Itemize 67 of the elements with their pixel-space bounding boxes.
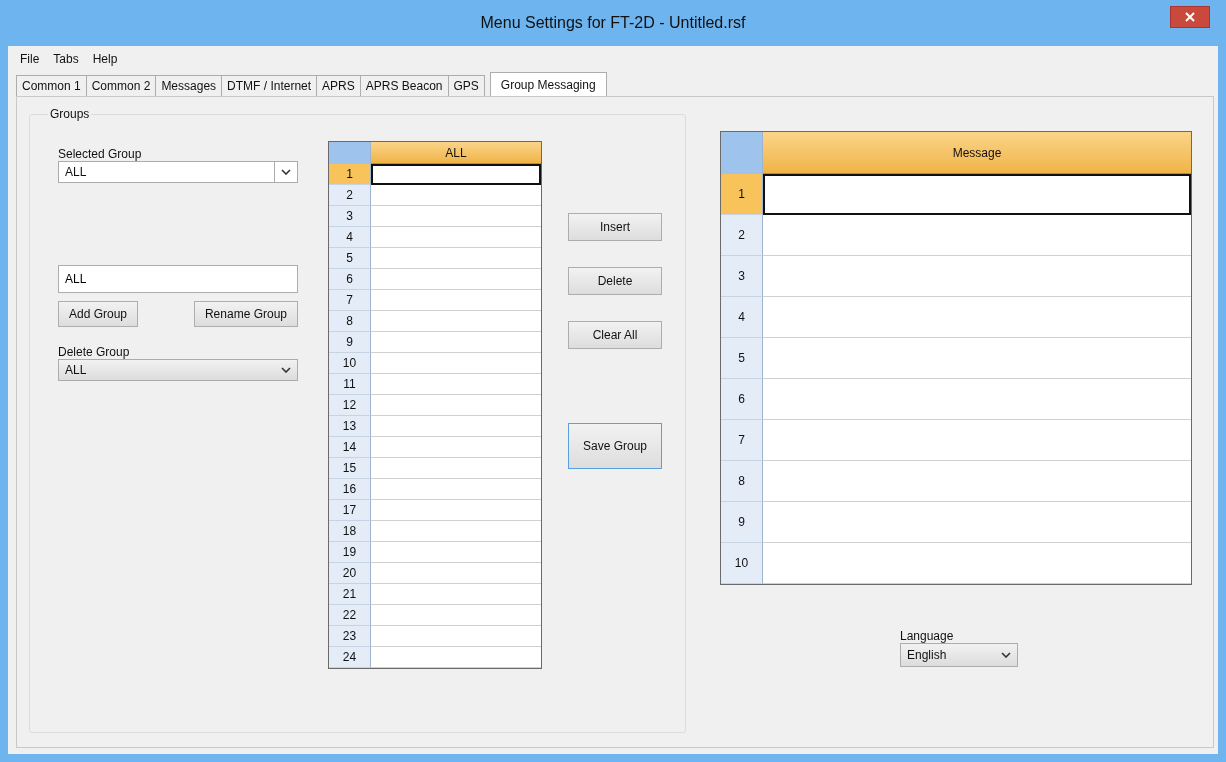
row-header[interactable]: 2 (329, 185, 371, 206)
row-header[interactable]: 14 (329, 437, 371, 458)
caret-icon (281, 169, 291, 175)
close-button[interactable] (1170, 6, 1210, 28)
select-all-corner[interactable] (329, 142, 371, 164)
row-header[interactable]: 20 (329, 563, 371, 584)
row-header[interactable]: 24 (329, 647, 371, 668)
menu-item[interactable]: File (20, 52, 40, 66)
window-title: Menu Settings for FT-2D - Untitled.rsf (480, 14, 746, 32)
row-header[interactable]: 17 (329, 500, 371, 521)
close-icon (1185, 12, 1195, 22)
table-cell[interactable] (763, 174, 1191, 215)
row-header[interactable]: 2 (721, 215, 763, 256)
row-header[interactable]: 10 (721, 543, 763, 584)
row-header[interactable]: 13 (329, 416, 371, 437)
row-header[interactable]: 8 (329, 311, 371, 332)
rename-group-button[interactable]: Rename Group (193, 301, 298, 327)
row-header[interactable]: 10 (329, 353, 371, 374)
row-header[interactable]: 7 (721, 420, 763, 461)
row-header[interactable]: 18 (329, 521, 371, 542)
select-all-corner[interactable] (721, 132, 763, 174)
caret-icon (1001, 652, 1011, 658)
row-header[interactable]: 16 (329, 479, 371, 500)
row-header[interactable]: 22 (329, 605, 371, 626)
table-cell[interactable] (371, 164, 541, 185)
row-header[interactable]: 4 (721, 297, 763, 338)
row-header[interactable]: 6 (721, 379, 763, 420)
row-header[interactable]: 11 (329, 374, 371, 395)
row-header[interactable]: 3 (721, 256, 763, 297)
group-name-field[interactable]: ALL (58, 265, 298, 293)
row-header[interactable]: 5 (329, 248, 371, 269)
action-button[interactable]: Delete (568, 267, 662, 295)
row-header[interactable]: 4 (329, 227, 371, 248)
action-button[interactable]: Insert (568, 213, 662, 241)
row-header[interactable]: 15 (329, 458, 371, 479)
menu-item[interactable]: Help (92, 52, 118, 66)
row-header[interactable]: 8 (721, 461, 763, 502)
add-group-button[interactable]: Add Group (58, 301, 139, 327)
row-header[interactable]: 9 (721, 502, 763, 543)
tab[interactable]: Common 1 (16, 75, 87, 96)
row-header[interactable]: 12 (329, 395, 371, 416)
row-header[interactable]: 1 (721, 174, 763, 215)
delete-group-dropdown[interactable]: ALL (58, 359, 298, 381)
row-header[interactable]: 21 (329, 584, 371, 605)
language-dropdown[interactable]: English (900, 643, 1018, 667)
column-header: ALL (371, 142, 541, 164)
row-header[interactable]: 7 (329, 290, 371, 311)
groups-title: Groups (49, 107, 91, 121)
menu-item[interactable]: Tabs (53, 52, 79, 66)
row-header[interactable]: 1 (329, 164, 371, 185)
tab[interactable]: Group Messaging (489, 72, 607, 96)
tab[interactable]: Messages (155, 75, 223, 96)
row-header[interactable]: 6 (329, 269, 371, 290)
caret-icon (281, 367, 291, 373)
save-group-button[interactable]: Save Group (568, 423, 662, 469)
row-header[interactable]: 23 (329, 626, 371, 647)
row-header[interactable]: 9 (329, 332, 371, 353)
delete-group-label: Delete Group (58, 345, 131, 359)
column-header: Message (763, 132, 1191, 174)
tab[interactable]: GPS (447, 75, 485, 96)
row-header[interactable]: 5 (721, 338, 763, 379)
row-header[interactable]: 19 (329, 542, 371, 563)
action-button[interactable]: Clear All (568, 321, 662, 349)
selected-group-dropdown[interactable]: ALL (58, 161, 298, 183)
selected-group-label: Selected Group (58, 147, 143, 161)
row-header[interactable]: 3 (329, 206, 371, 227)
language-label: Language (900, 629, 955, 643)
